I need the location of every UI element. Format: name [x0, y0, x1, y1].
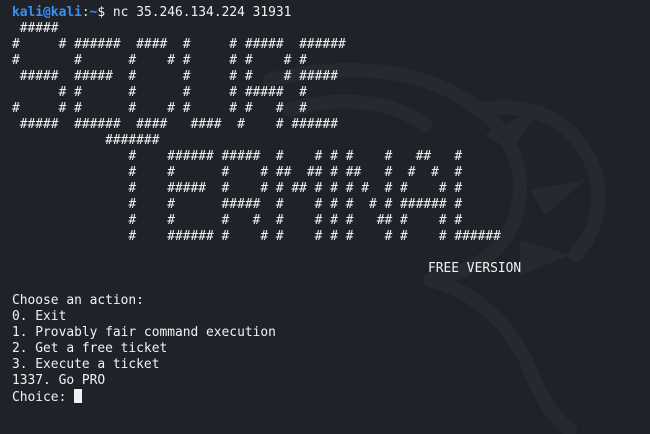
menu-option: 3. Execute a ticket	[12, 357, 160, 372]
command-line: kali@kali:~$ nc 35.246.134.224 31931	[12, 5, 650, 21]
choice-prompt-line[interactable]: Choice:	[12, 389, 650, 405]
banner-line: # # # # # ##### #	[12, 85, 307, 100]
choice-prompt-label: Choice:	[12, 390, 67, 405]
block-cursor[interactable]	[74, 389, 83, 403]
banner-line: #####	[12, 21, 59, 36]
edition-line: FREE VERSION	[12, 261, 650, 277]
banner-line: #######	[12, 133, 160, 148]
menu-option: 2. Get a free ticket	[12, 341, 168, 356]
banner-line: ##### ###### #### #### # # ######	[12, 117, 338, 132]
menu-option: 0. Exit	[12, 309, 67, 324]
banner-line: # ###### ##### # # # # # ## #	[12, 149, 463, 164]
menu-option: 1337. Go PRO	[12, 373, 106, 388]
edition-label: FREE VERSION	[428, 261, 522, 276]
banner-line: # ###### # # # # # # # # # ######	[12, 229, 501, 244]
terminal-output: kali@kali:~$ nc 35.246.134.224 31931 ###…	[12, 5, 650, 405]
ascii-banner: ##### # # ###### #### # # ##### ###### #…	[12, 21, 650, 245]
prompt-user-host: kali@kali	[12, 5, 82, 20]
banner-line: # # # # # # # # # #	[12, 101, 307, 116]
banner-line: ##### ##### # # # # # #####	[12, 69, 338, 84]
menu-option: 1. Provably fair command execution	[12, 325, 276, 340]
banner-line: # # # # # # # # #	[12, 53, 307, 68]
banner-line: # ##### # # # ## # # # # # # # #	[12, 181, 463, 196]
prompt-separator: :	[81, 5, 90, 20]
banner-line: # # # # # # # # ## # # #	[12, 213, 463, 228]
terminal-window[interactable]: kali@kali:~$ nc 35.246.134.224 31931 ###…	[0, 0, 650, 434]
prompt-symbol: $	[97, 5, 106, 20]
menu-heading: Choose an action:	[12, 293, 144, 308]
banner-line: # # # # ## ## # ## # # # #	[12, 165, 463, 180]
banner-line: # # ###### #### # # ##### ######	[12, 37, 346, 52]
banner-line: # # ##### # # # # # # ###### #	[12, 197, 463, 212]
typed-command: nc 35.246.134.224 31931	[112, 5, 292, 20]
